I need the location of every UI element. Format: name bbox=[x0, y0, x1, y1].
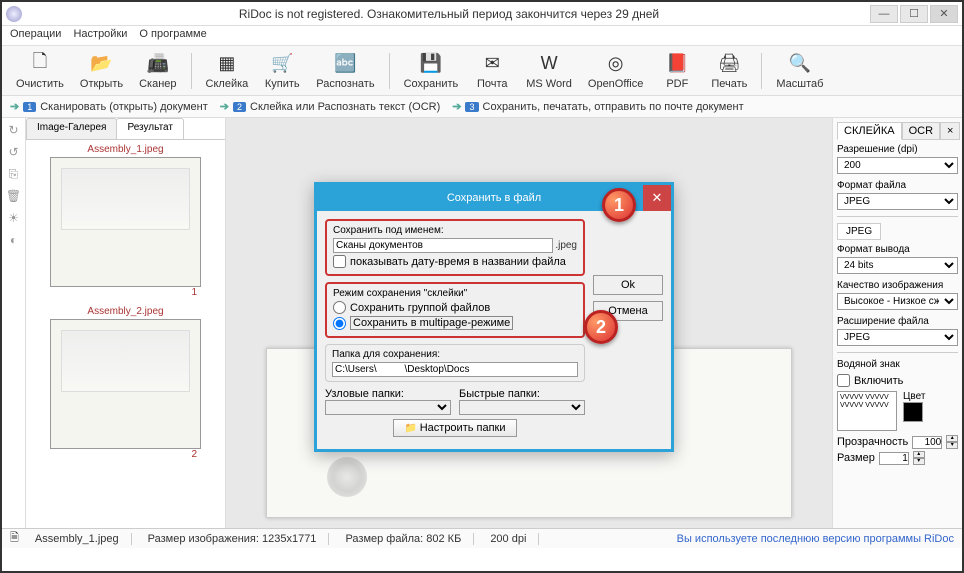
thumb-1[interactable]: Assembly_1.jpeg 1 bbox=[30, 144, 221, 298]
dpi-select[interactable]: 200 bbox=[837, 157, 958, 174]
tool-contrast-icon[interactable]: ◐ bbox=[6, 232, 22, 248]
tab-result[interactable]: Результат bbox=[116, 118, 183, 139]
rtab-ocr[interactable]: OCR bbox=[902, 122, 940, 140]
tab-image-gallery[interactable]: Image-Галерея bbox=[26, 118, 117, 139]
zoom-icon: 🔍 bbox=[788, 52, 812, 76]
open-button[interactable]: 📂Открыть bbox=[74, 50, 129, 92]
glue-icon: ▦ bbox=[215, 52, 239, 76]
dialog-title: Сохранить в файл bbox=[447, 192, 541, 204]
pdf-button[interactable]: 📕PDF bbox=[653, 50, 701, 92]
opacity-input[interactable] bbox=[912, 436, 942, 449]
step-2: Склейка или Распознать текст (OCR) bbox=[250, 101, 440, 113]
pdf-icon: 📕 bbox=[665, 52, 689, 76]
tool-bright-icon[interactable]: ☀ bbox=[6, 210, 22, 226]
status-fsize: Размер файла: 802 КБ bbox=[345, 533, 474, 545]
clear-icon: 🗋 bbox=[28, 52, 52, 76]
window-title: RiDoc is not registered. Ознакомительный… bbox=[30, 7, 868, 21]
size-input[interactable] bbox=[879, 452, 909, 465]
status-dims: Размер изображения: 1235x1771 bbox=[148, 533, 330, 545]
mode-multipage-radio[interactable] bbox=[333, 317, 346, 330]
mail-button[interactable]: ✉Почта bbox=[468, 50, 516, 92]
scanner-icon: 📠 bbox=[146, 52, 170, 76]
watermark-checkbox[interactable] bbox=[837, 374, 850, 387]
status-dpi: 200 dpi bbox=[490, 533, 539, 545]
thumb-2[interactable]: Assembly_2.jpeg 2 bbox=[30, 306, 221, 460]
filename-input[interactable] bbox=[333, 238, 553, 253]
thumb-image-2 bbox=[50, 319, 201, 449]
menu-settings[interactable]: Настройки bbox=[73, 28, 127, 43]
step-3: Сохранить, печатать, отправить по почте … bbox=[483, 101, 744, 113]
tool-cw-icon[interactable]: ↻ bbox=[6, 122, 22, 138]
open-icon: 📂 bbox=[89, 52, 113, 76]
callout-2: 2 bbox=[584, 310, 618, 344]
word-icon: W bbox=[537, 52, 561, 76]
menu-about[interactable]: О программе bbox=[139, 28, 206, 43]
mail-icon: ✉ bbox=[480, 52, 504, 76]
oo-button[interactable]: ◎OpenOffice bbox=[582, 50, 649, 92]
color-picker[interactable] bbox=[903, 402, 923, 422]
buy-button[interactable]: 🛒Купить bbox=[258, 50, 306, 92]
ocr-button[interactable]: 🔤Распознать bbox=[310, 50, 380, 92]
thumb-image-1 bbox=[50, 157, 201, 287]
app-icon bbox=[6, 6, 22, 22]
quality-select[interactable]: Высокое - Низкое сжа bbox=[837, 293, 958, 310]
save-icon: 💾 bbox=[419, 52, 443, 76]
watermark-preview: VVVVV VVVVV VVVVV VVVVV bbox=[837, 391, 897, 431]
buy-icon: 🛒 bbox=[270, 52, 294, 76]
callout-1: 1 bbox=[602, 188, 636, 222]
dialog-close-button[interactable]: ✕ bbox=[643, 185, 671, 211]
ext-select[interactable]: JPEG bbox=[837, 329, 958, 346]
datetime-checkbox[interactable] bbox=[333, 255, 346, 268]
close-button[interactable]: ✕ bbox=[930, 5, 958, 23]
print-button[interactable]: 🖨Печать bbox=[705, 50, 753, 92]
openoffice-icon: ◎ bbox=[604, 52, 628, 76]
glue-button[interactable]: ▦Склейка bbox=[200, 50, 255, 92]
node-folders-select[interactable] bbox=[325, 400, 451, 415]
rtab-close[interactable]: × bbox=[940, 122, 960, 140]
clear-button[interactable]: 🗋Очистить bbox=[10, 50, 70, 92]
scanner-button[interactable]: 📠Сканер bbox=[133, 50, 182, 92]
maximize-button[interactable]: ☐ bbox=[900, 5, 928, 23]
fast-folders-select[interactable] bbox=[459, 400, 585, 415]
folder-input[interactable] bbox=[332, 362, 578, 377]
word-button[interactable]: WMS Word bbox=[520, 50, 578, 92]
configure-folders-button[interactable]: 📁 Настроить папки bbox=[393, 419, 516, 437]
tool-delete-icon[interactable]: 🗑 bbox=[6, 188, 22, 204]
rtab-glue[interactable]: СКЛЕЙКА bbox=[837, 122, 902, 140]
ocr-icon: 🔤 bbox=[333, 52, 357, 76]
status-icon: 🗎 bbox=[10, 529, 19, 548]
watermark-title: Водяной знак bbox=[837, 359, 958, 370]
status-file: Assembly_1.jpeg bbox=[35, 533, 132, 545]
tool-copy-icon[interactable]: ⎘ bbox=[6, 166, 22, 182]
format-select[interactable]: JPEG bbox=[837, 193, 958, 210]
save-button[interactable]: 💾Сохранить bbox=[398, 50, 465, 92]
zoom-button[interactable]: 🔍Масштаб bbox=[770, 50, 829, 92]
subtab-jpeg[interactable]: JPEG bbox=[837, 223, 881, 240]
mode-group-radio[interactable] bbox=[333, 301, 346, 314]
tool-ccw-icon[interactable]: ↺ bbox=[6, 144, 22, 160]
print-icon: 🖨 bbox=[717, 52, 741, 76]
ok-button[interactable]: Ok bbox=[593, 275, 663, 295]
step-1: Сканировать (открыть) документ bbox=[40, 101, 208, 113]
minimize-button[interactable]: — bbox=[870, 5, 898, 23]
output-select[interactable]: 24 bits bbox=[837, 257, 958, 274]
menu-operations[interactable]: Операции bbox=[10, 28, 61, 43]
status-version[interactable]: Вы используете последнюю версию программ… bbox=[677, 533, 954, 545]
